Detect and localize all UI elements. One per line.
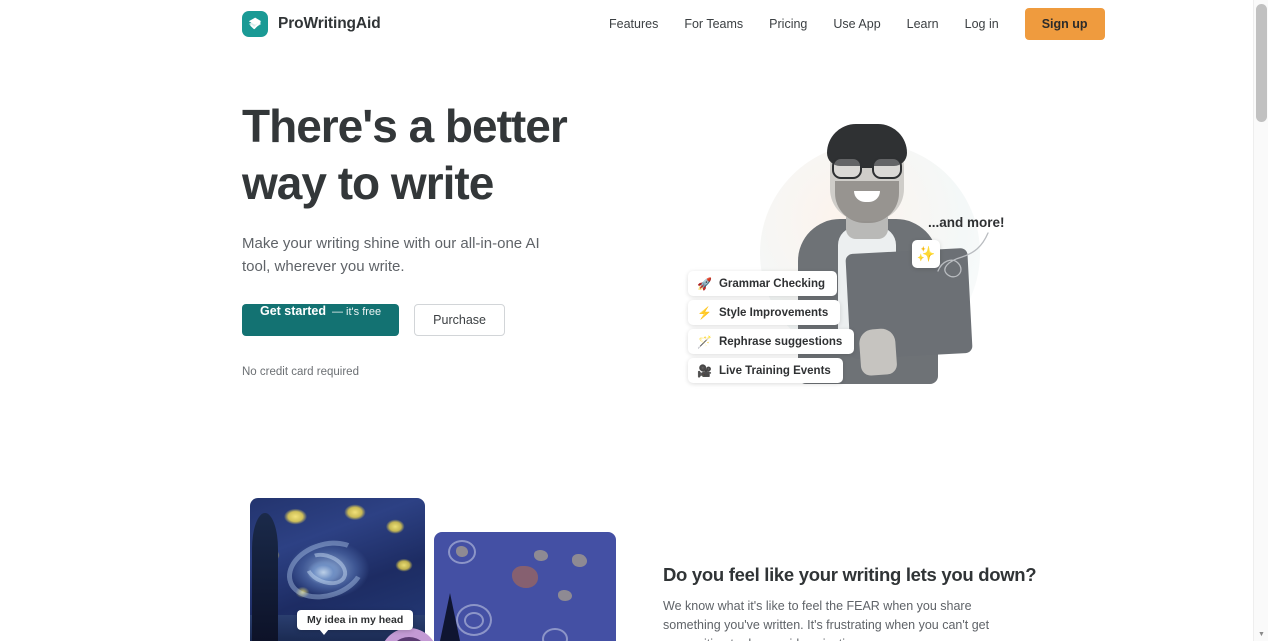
feature-pill-list: 🚀 Grammar Checking ⚡ Style Improvements …: [688, 271, 855, 383]
brand-logo-link[interactable]: ProWritingAid: [242, 11, 381, 37]
feature-pill-style-improvements[interactable]: ⚡ Style Improvements: [688, 300, 841, 325]
glasses-left-lens: [832, 157, 862, 179]
hero-copy: There's a better way to write Make your …: [242, 98, 642, 378]
hero-illustration: ✨ ...and more! 🚀 Grammar Checking ⚡ Styl…: [660, 103, 1030, 393]
my-idea-label: My idea in my head: [297, 610, 414, 635]
feature-pill-rephrase-suggestions[interactable]: 🪄 Rephrase suggestions: [688, 329, 855, 354]
get-started-label: Get started: [260, 304, 326, 318]
nav-link-for-teams[interactable]: For Teams: [671, 11, 756, 37]
feature-pill-live-training-events[interactable]: 🎥 Live Training Events: [688, 358, 843, 383]
site-header: ProWritingAid Features For Teams Pricing…: [0, 0, 1253, 48]
feature-label: Rephrase suggestions: [718, 335, 843, 348]
get-started-button[interactable]: Get started — it's free: [242, 304, 400, 336]
get-started-sublabel: — it's free: [332, 306, 382, 318]
glasses-bridge: [862, 166, 873, 169]
feature-pill-grammar-checking[interactable]: 🚀 Grammar Checking: [688, 271, 838, 296]
magic-wand-icon: 🪄: [697, 334, 712, 349]
hero-section: There's a better way to write Make your …: [0, 48, 1253, 468]
figure-hand: [858, 327, 898, 377]
purchase-button[interactable]: Purchase: [414, 304, 505, 336]
painting-comparison: My idea in my head: [250, 498, 616, 641]
crude-painting-image: [434, 532, 616, 641]
feature-label: Live Training Events: [718, 364, 831, 377]
scrollbar-thumb[interactable]: [1256, 4, 1267, 122]
starry-cypress-tree: [252, 513, 278, 641]
nav-link-log-in[interactable]: Log in: [952, 11, 1012, 37]
crude-spiral: [464, 612, 484, 629]
sign-up-button[interactable]: Sign up: [1024, 8, 1105, 40]
crude-blob: [534, 550, 548, 561]
feature-label: Style Improvements: [718, 306, 829, 319]
nav-link-pricing[interactable]: Pricing: [756, 11, 820, 37]
crude-blob: [456, 546, 468, 557]
crude-blob: [572, 554, 587, 567]
brand-name: ProWritingAid: [278, 15, 381, 32]
page-viewport: ProWritingAid Features For Teams Pricing…: [0, 0, 1253, 641]
video-camera-icon: 🎥: [697, 363, 712, 378]
rocket-icon: 🚀: [697, 276, 712, 291]
nav-link-features[interactable]: Features: [596, 11, 671, 37]
hero-title-line-2: way to write: [242, 157, 494, 209]
main-navigation: Features For Teams Pricing Use App Learn…: [596, 8, 1105, 40]
crude-spiral: [542, 628, 568, 641]
problem-title: Do you feel like your writing lets you d…: [663, 564, 1037, 585]
lightning-bolt-icon: ⚡: [697, 305, 712, 320]
glasses-right-lens: [872, 157, 902, 179]
glasses-icon: [830, 157, 905, 179]
crude-orange-blob: [512, 566, 538, 588]
prowritingaid-logo-icon: [242, 11, 268, 37]
hero-subtitle: Make your writing shine with our all-in-…: [242, 235, 540, 275]
curly-arrow-icon: [937, 232, 989, 278]
page-scrollbar[interactable]: ▲ ▼: [1253, 0, 1268, 641]
problem-section: My idea in my head Do you feel like your…: [0, 468, 1253, 641]
problem-copy: Do you feel like your writing lets you d…: [663, 564, 1037, 641]
feature-label: Grammar Checking: [718, 277, 826, 290]
no-credit-card-note: No credit card required: [242, 366, 359, 378]
crude-blob: [558, 590, 572, 601]
and-more-label: ...and more!: [928, 215, 1005, 230]
hero-title: There's a better way to write: [242, 98, 642, 212]
figure-beard: [835, 181, 899, 223]
hero-cta-group: Get started — it's free Purchase: [242, 304, 642, 336]
scroll-down-arrow-icon[interactable]: ▼: [1254, 627, 1268, 641]
hero-title-line-1: There's a better: [242, 100, 568, 152]
page-root: ProWritingAid Features For Teams Pricing…: [0, 0, 1268, 641]
nav-link-use-app[interactable]: Use App: [820, 11, 893, 37]
nav-link-learn[interactable]: Learn: [894, 11, 952, 37]
problem-paragraph: We know what it's like to feel the FEAR …: [663, 599, 990, 641]
